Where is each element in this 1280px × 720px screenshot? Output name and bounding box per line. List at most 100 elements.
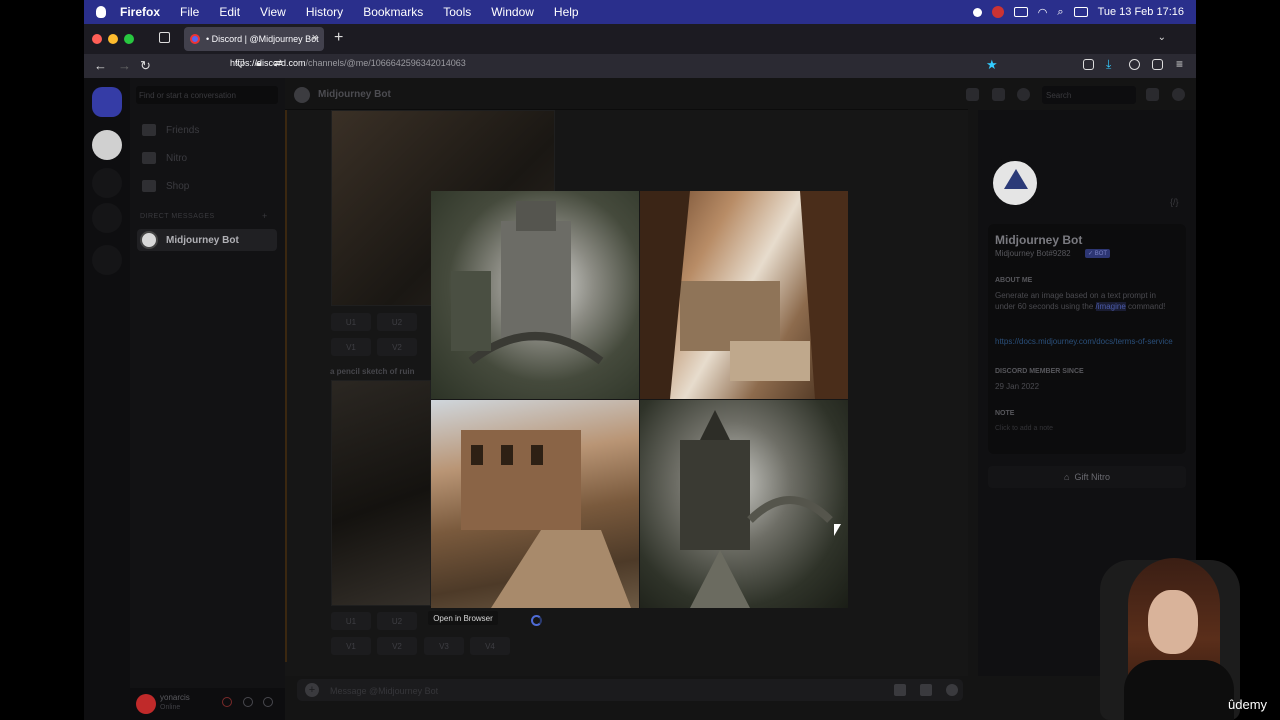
imagine-command[interactable]: /imagine [1095, 302, 1126, 311]
channel-avatar [294, 87, 310, 103]
headphones-icon[interactable] [243, 697, 253, 707]
variation-button-v4-bottom[interactable]: V4 [470, 637, 510, 655]
server-avatar[interactable] [92, 130, 122, 160]
user-profile-icon[interactable] [1017, 88, 1030, 101]
dm-item-midjourney[interactable]: Midjourney Bot [137, 229, 277, 251]
friends-icon [142, 124, 156, 136]
nav-nitro[interactable]: Nitro [142, 152, 187, 164]
tab-overview-icon[interactable] [159, 32, 170, 43]
menu-file[interactable]: File [180, 5, 199, 19]
download-icon[interactable]: ⤓ [1106, 57, 1111, 72]
mouse-cursor-icon [834, 524, 841, 536]
account-icon[interactable] [1129, 59, 1140, 70]
url-bar[interactable]: https://discord.com/channels/@me/1066642… [230, 58, 466, 68]
bookmark-star-icon[interactable]: ★ [986, 57, 998, 73]
menu-window[interactable]: Window [491, 5, 534, 19]
member-since-date: 29 Jan 2022 [995, 382, 1040, 391]
nitro-icon [142, 152, 156, 164]
nav-friends[interactable]: Friends [142, 124, 199, 136]
explore-servers-icon[interactable] [92, 203, 122, 233]
nav-friends-label: Friends [166, 124, 200, 136]
control-center-icon[interactable] [1073, 7, 1088, 17]
upscale-button-u1[interactable]: U1 [331, 313, 371, 331]
menu-view[interactable]: View [260, 5, 286, 19]
previous-image-grid-bottom[interactable] [331, 380, 431, 606]
back-icon[interactable]: ← [94, 58, 107, 73]
emoji-icon[interactable] [946, 684, 958, 696]
webcam-presenter-face [1148, 590, 1198, 654]
menu-edit[interactable]: Edit [219, 5, 240, 19]
zoom-window-button[interactable] [124, 34, 134, 44]
window-controls [92, 34, 134, 44]
battery-icon[interactable] [1013, 7, 1028, 17]
user-avatar[interactable] [136, 694, 156, 714]
menu-icon[interactable]: ≡ [1176, 57, 1183, 71]
open-in-browser-link[interactable]: Open in Browser [428, 611, 498, 625]
message-input[interactable]: Message @Midjourney Bot [330, 686, 438, 696]
terms-link[interactable]: https://docs.midjourney.com/docs/terms-o… [995, 336, 1175, 347]
menu-app-name[interactable]: Firefox [120, 5, 160, 19]
dm-search-input[interactable]: Find or start a conversation [136, 86, 278, 104]
ruin-image-4 [640, 400, 848, 608]
create-dm-icon[interactable]: + [262, 211, 267, 221]
inbox-icon[interactable] [1146, 88, 1159, 101]
tab-discord[interactable]: • Discord | @Midjourney Bot × [184, 27, 324, 51]
loading-spinner-icon [531, 615, 542, 626]
menu-tools[interactable]: Tools [443, 5, 471, 19]
menu-history[interactable]: History [306, 5, 343, 19]
about-text: Generate an image based on a text prompt… [995, 290, 1175, 312]
ruin-image-2 [640, 191, 848, 399]
image-preview-grid[interactable] [431, 191, 848, 608]
wifi-icon[interactable]: ◠ [1038, 6, 1048, 19]
new-message-indicator [285, 110, 287, 662]
gif-icon[interactable] [894, 684, 906, 696]
variation-button-v1[interactable]: V1 [331, 338, 371, 356]
extensions-icon[interactable] [1152, 59, 1163, 70]
new-tab-icon[interactable]: + [334, 29, 343, 47]
chevron-down-icon[interactable]: ⌄ [1158, 32, 1166, 43]
reload-icon[interactable]: ↻ [140, 58, 151, 74]
nav-nitro-label: Nitro [166, 152, 188, 164]
upscale-button-u2-bottom[interactable]: U2 [377, 612, 417, 630]
menu-bookmarks[interactable]: Bookmarks [363, 5, 423, 19]
dm-item-label: Midjourney Bot [166, 234, 239, 246]
close-window-button[interactable] [92, 34, 102, 44]
variation-button-v2-bottom[interactable]: V2 [377, 637, 417, 655]
variation-button-v3-bottom[interactable]: V3 [424, 637, 464, 655]
apple-icon[interactable] [96, 6, 106, 18]
mute-icon[interactable] [222, 697, 232, 707]
header-search-input[interactable]: Search [1042, 86, 1136, 104]
forward-icon[interactable]: → [118, 58, 131, 73]
bot-avatar[interactable] [988, 156, 1042, 210]
spotlight-search-icon[interactable]: ⌕ [1057, 6, 1063, 19]
add-server-icon[interactable] [92, 168, 122, 198]
note-heading: NOTE [995, 410, 1015, 417]
prompt-text: a pencil sketch of ruin [330, 367, 415, 376]
settings-gear-icon[interactable] [263, 697, 273, 707]
menu-help[interactable]: Help [554, 5, 579, 19]
gift-nitro-button[interactable]: ⌂ Gift Nitro [988, 466, 1186, 488]
pocket-icon[interactable] [1083, 59, 1094, 70]
help-icon[interactable] [1172, 88, 1185, 101]
record-icon[interactable] [972, 7, 982, 17]
sticker-icon[interactable] [920, 684, 932, 696]
upscale-button-u1-bottom[interactable]: U1 [331, 612, 371, 630]
upscale-button-u2[interactable]: U2 [377, 313, 417, 331]
app-status-icon[interactable] [991, 6, 1004, 18]
minimize-window-button[interactable] [108, 34, 118, 44]
add-friend-icon[interactable] [992, 88, 1005, 101]
variation-button-v1-bottom[interactable]: V1 [331, 637, 371, 655]
nav-shop[interactable]: Shop [142, 180, 189, 192]
download-apps-icon[interactable] [92, 245, 122, 275]
code-icon[interactable]: {/} [1170, 197, 1179, 207]
url-path: /channels/@me/1066642596342014063 [305, 58, 466, 68]
clock[interactable]: Tue 13 Feb 17:16 [1098, 6, 1184, 18]
variation-button-v2[interactable]: V2 [377, 338, 417, 356]
close-tab-icon[interactable]: × [312, 32, 318, 44]
profile-tag: Midjourney Bot#9282 [995, 249, 1071, 258]
note-input[interactable]: Click to add a note [995, 425, 1053, 432]
dm-sidebar [130, 78, 285, 720]
discord-home-icon[interactable] [92, 87, 122, 117]
pin-icon[interactable] [966, 88, 979, 101]
attach-plus-icon[interactable]: + [305, 683, 319, 697]
